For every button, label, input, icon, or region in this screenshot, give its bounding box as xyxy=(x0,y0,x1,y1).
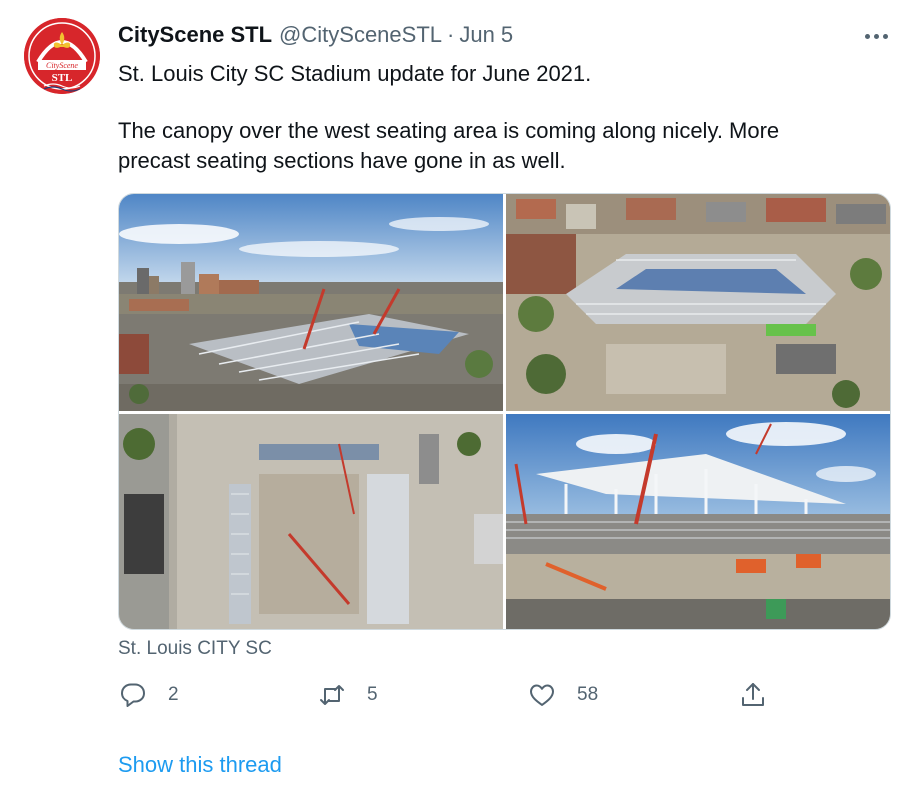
tweet-text-line: precast seating sections have gone in as… xyxy=(118,148,566,173)
separator-dot: · xyxy=(447,22,455,47)
retweet-button[interactable]: 5 xyxy=(317,678,378,712)
reply-count: 2 xyxy=(168,684,179,705)
tweet-card[interactable]: CityScene STL CityScene STL @CitySceneST… xyxy=(0,0,914,800)
more-dot xyxy=(864,33,870,39)
reply-button[interactable]: 2 xyxy=(118,678,179,712)
share-button[interactable] xyxy=(738,678,768,712)
avatar[interactable]: CityScene STL xyxy=(24,18,100,94)
stadium-photo-3[interactable] xyxy=(119,414,503,629)
action-bar: 2 5 58 xyxy=(118,678,778,712)
more-dot xyxy=(882,33,888,39)
tweet-date[interactable]: Jun 5 xyxy=(459,22,513,48)
like-count: 58 xyxy=(577,684,599,705)
tweet-header: CityScene STL @CitySceneSTL · Jun 5 xyxy=(118,22,513,50)
reply-icon xyxy=(121,683,145,707)
retweet-count: 5 xyxy=(367,684,378,705)
stadium-photo-2[interactable] xyxy=(506,194,890,411)
display-name[interactable]: CityScene STL xyxy=(118,22,272,48)
like-button[interactable]: 58 xyxy=(527,678,598,712)
stadium-photo-4[interactable] xyxy=(506,414,890,629)
avatar-top-text: CityScene xyxy=(46,61,78,70)
stadium-photo-1[interactable] xyxy=(119,194,503,411)
like-icon xyxy=(530,684,554,706)
media-caption[interactable]: St. Louis CITY SC xyxy=(118,638,272,660)
tweet-text-line: The canopy over the west seating area is… xyxy=(118,118,780,143)
media-grid xyxy=(118,193,891,630)
more-icon[interactable] xyxy=(858,24,894,48)
more-dot xyxy=(873,33,879,39)
avatar-bottom-text: STL xyxy=(52,72,73,84)
user-handle[interactable]: @CitySceneSTL xyxy=(279,22,442,48)
show-thread-link[interactable]: Show this thread xyxy=(118,752,282,778)
retweet-icon xyxy=(320,685,344,705)
citscene-logo: CityScene STL xyxy=(24,18,100,94)
share-icon xyxy=(742,683,764,706)
tweet-text-line: St. Louis City SC Stadium update for Jun… xyxy=(118,61,592,86)
